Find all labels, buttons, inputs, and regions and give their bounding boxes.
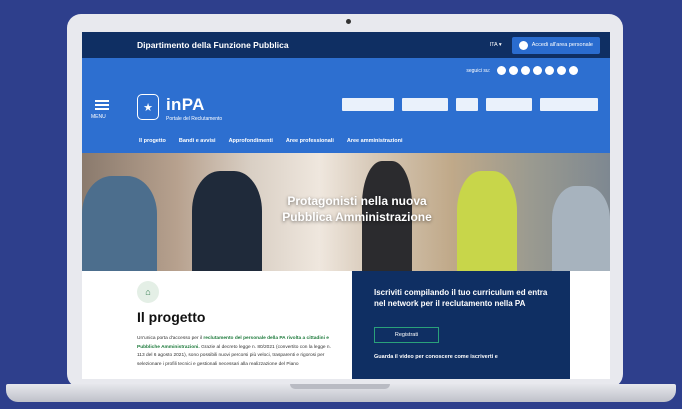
hero-title: Protagonisti nella nuova Pubblica Ammini… [267, 193, 447, 225]
hero-person-worker-vest [457, 171, 517, 271]
finanziato-ue-logo [540, 98, 598, 111]
signup-panel: Iscriviti compilando il tuo curriculum e… [352, 271, 570, 379]
site-header: seguici su: MENU ★ inPA Portale del Recl… [82, 58, 610, 153]
youtube-icon[interactable] [533, 66, 542, 75]
personal-area-button[interactable]: Accedi all'area personale [511, 36, 600, 54]
webcam [346, 19, 351, 24]
main-nav: Il progetto Bandi e avvisi Approfondimen… [139, 138, 403, 144]
unione-europea-logo [342, 98, 394, 111]
pon-logo [456, 98, 478, 111]
progetto-section: ⌂ Il progetto Un'unica porta d'accesso p… [82, 271, 352, 379]
site-subtitle: Portale del Reclutamento [166, 116, 223, 122]
user-icon [518, 40, 528, 50]
site-logo[interactable]: inPA [166, 95, 205, 115]
department-link[interactable]: Dipartimento della Funzione Pubblica [137, 40, 490, 50]
spotify-icon[interactable] [569, 66, 578, 75]
progetto-text-intro: Un'unica porta d'accesso per il [137, 336, 204, 341]
hamburger-menu-icon[interactable] [95, 100, 109, 112]
poc-logo [486, 98, 532, 111]
progetto-heading: Il progetto [137, 309, 206, 325]
menu-label[interactable]: MENU [91, 114, 106, 120]
video-link[interactable]: Guarda il video per conoscere come iscri… [374, 354, 570, 360]
nav-bandi-e-avvisi[interactable]: Bandi e avvisi [179, 138, 216, 144]
hero-person-man-glasses [82, 176, 157, 271]
republic-emblem-icon[interactable]: ★ [137, 94, 159, 120]
signup-cta-text: Iscriviti compilando il tuo curriculum e… [374, 288, 548, 308]
nav-il-progetto[interactable]: Il progetto [139, 138, 166, 144]
partner-logos [342, 98, 598, 111]
italia-domani-logo [402, 98, 448, 111]
hero-title-line2: Pubblica Amministrazione [282, 210, 432, 224]
personal-area-label: Accedi all'area personale [531, 42, 593, 48]
hero-person-headset [552, 186, 610, 271]
follow-label: seguici su: [466, 67, 490, 74]
hero-title-line1: Protagonisti nella nuova [287, 194, 427, 208]
content-area: ⌂ Il progetto Un'unica porta d'accesso p… [82, 271, 610, 379]
language-selector[interactable]: ITA ▾ [490, 42, 502, 48]
laptop-notch [290, 384, 390, 389]
top-bar: Dipartimento della Funzione Pubblica ITA… [82, 32, 610, 58]
facebook-icon[interactable] [497, 66, 506, 75]
nav-aree-amministrazioni[interactable]: Aree amministrazioni [347, 138, 403, 144]
progetto-text: Un'unica porta d'accesso per il reclutam… [137, 335, 337, 369]
institution-icon: ⌂ [137, 281, 159, 303]
nav-approfondimenti[interactable]: Approfondimenti [229, 138, 273, 144]
social-links: seguici su: [466, 66, 578, 75]
instagram-icon[interactable] [521, 66, 530, 75]
browser-screen: Dipartimento della Funzione Pubblica ITA… [82, 32, 610, 379]
telegram-icon[interactable] [557, 66, 566, 75]
hero-person-woman-laptop [192, 171, 262, 271]
hero-banner: Protagonisti nella nuova Pubblica Ammini… [82, 153, 610, 271]
linkedin-icon[interactable] [545, 66, 554, 75]
register-button[interactable]: Registrati [374, 327, 439, 343]
twitter-icon[interactable] [509, 66, 518, 75]
nav-aree-professionali[interactable]: Aree professionali [286, 138, 334, 144]
